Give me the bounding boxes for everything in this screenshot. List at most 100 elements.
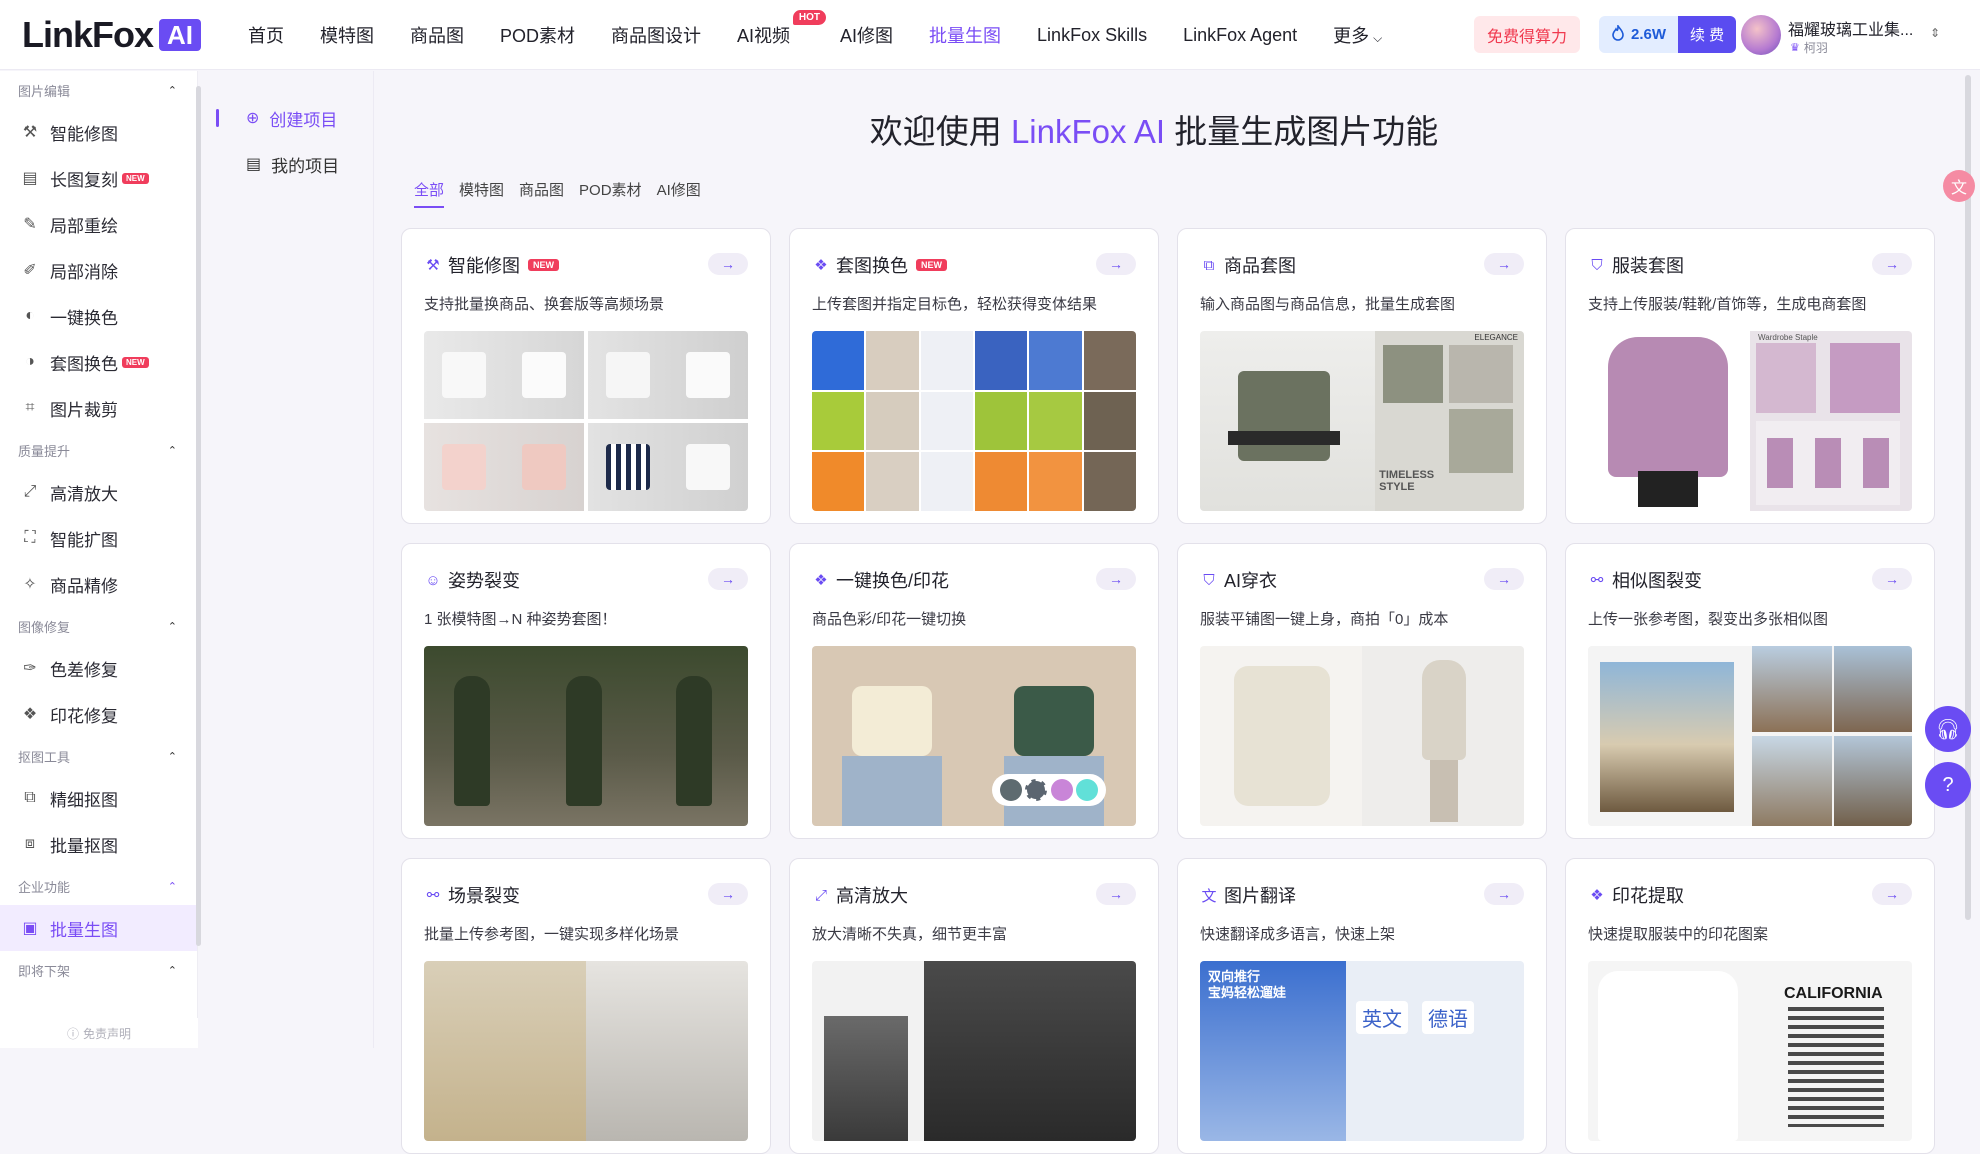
project-subnav: ⊕ 创建项目 ▤ 我的项目 (212, 71, 374, 1048)
disclaimer-link[interactable]: ⓘ 免责声明 (0, 1018, 198, 1048)
arrow-right-icon[interactable]: → (1872, 883, 1912, 905)
sidebar-item-smart-retouch[interactable]: ⚒ 智能修图 (0, 109, 197, 155)
group-title: 图片编辑 (18, 83, 71, 99)
sidebar-group-image-edit[interactable]: 图片编辑 ⌃ (0, 71, 197, 109)
card-set-recolor[interactable]: ❖ 套图换色 NEW → 上传套图并指定目标色，轻松获得变体结果 (789, 228, 1159, 524)
nav-product-image[interactable]: 商品图 (410, 22, 464, 48)
tab-ai-retouch[interactable]: AI修图 (657, 179, 701, 208)
create-project-item[interactable]: ⊕ 创建项目 (212, 95, 373, 141)
translate-float-icon[interactable]: 文 (1943, 170, 1975, 202)
help-button[interactable]: ? (1925, 762, 1971, 808)
arrow-right-icon[interactable]: → (1096, 253, 1136, 275)
sidebar-item-color-fix[interactable]: ✑ 色差修复 (0, 645, 197, 691)
sidebar-group-repair[interactable]: 图像修复 ⌃ (0, 607, 197, 645)
sidebar-scrollbar[interactable] (196, 86, 201, 946)
coat-model-photo (1362, 646, 1524, 826)
sidebar-group-cutout[interactable]: 抠图工具 ⌃ (0, 737, 197, 775)
credit-widget: 2.6W 续 费 (1599, 16, 1737, 53)
plus-circle-icon: ⊕ (246, 110, 260, 127)
nav-batch-generate[interactable]: 批量生图 (929, 22, 1001, 48)
nav-model-image[interactable]: 模特图 (320, 22, 374, 48)
card-apparel-set[interactable]: ⛉ 服装套图 → 支持上传服装/鞋靴/首饰等，生成电商套图 Wardrobe S… (1565, 228, 1935, 524)
card-title: 印花提取 (1612, 886, 1684, 906)
card-header: ❖ 一键换色/印花 → (812, 568, 1136, 592)
arrow-right-icon[interactable]: → (708, 568, 748, 590)
card-upscale[interactable]: ⤢ 高清放大 → 放大清晰不失真，细节更丰富 (789, 858, 1159, 1154)
mug-preview (588, 423, 748, 511)
user-name[interactable]: 福耀玻璃工业集... (1788, 16, 1913, 40)
sidebar-item-batch-cutout[interactable]: ⧈ 批量抠图 (0, 821, 197, 867)
headset-support-button[interactable]: 🎧︎ (1925, 706, 1971, 752)
nav-home[interactable]: 首页 (248, 22, 284, 48)
arrow-right-icon[interactable]: → (708, 883, 748, 905)
sidebar-group-enterprise[interactable]: 企业功能 ⌃ (0, 867, 197, 905)
new-badge: NEW (122, 172, 149, 184)
card-preview-image: CALIFORNIA (1588, 961, 1912, 1141)
clothing-icon: ⛉ (1591, 256, 1603, 274)
sidebar-item-long-image-copy[interactable]: ▤ 长图复刻 NEW (0, 155, 197, 201)
arrow-right-icon[interactable]: → (1484, 253, 1524, 275)
account-switch-icon[interactable]: ⇕ (1930, 26, 1940, 40)
lowres-photo (824, 1016, 908, 1141)
card-scene-variation[interactable]: ⚯ 场景裂变 → 批量上传参考图，一键实现多样化场景 (401, 858, 771, 1154)
card-pose-variation[interactable]: ☺ 姿势裂变 → 1 张模特图→N 种姿势套图！ (401, 543, 771, 839)
card-image-translate[interactable]: 文 图片翻译 → 快速翻译成多语言，快速上架 双向推行 宝妈轻松遛娃 英文 德语 (1177, 858, 1547, 1154)
nav-skills[interactable]: LinkFox Skills (1037, 25, 1147, 46)
card-description: 放大清晰不失真，细节更丰富 (812, 926, 1008, 943)
tab-product[interactable]: 商品图 (519, 179, 564, 208)
elegance-text: ELEGANCE (1474, 333, 1518, 342)
tab-model[interactable]: 模特图 (459, 179, 504, 208)
wardrobe-text: Wardrobe Staple (1758, 333, 1818, 342)
arrow-right-icon[interactable]: → (708, 253, 748, 275)
card-recolor-print[interactable]: ❖ 一键换色/印花 → 商品色彩/印花一键切换 (789, 543, 1159, 839)
welcome-prefix: 欢迎使用 (869, 113, 1011, 150)
mug-preview (424, 331, 584, 419)
card-title: 姿势裂变 (448, 571, 520, 591)
scene-photo (424, 961, 586, 1141)
tab-all[interactable]: 全部 (414, 179, 445, 208)
scene-icon: ⚯ (426, 887, 440, 904)
nav-ai-retouch[interactable]: AI修图 (840, 22, 893, 48)
tab-pod[interactable]: POD素材 (579, 179, 642, 208)
arrow-right-icon[interactable]: → (1872, 253, 1912, 275)
shirt-icon: ⛉ (1203, 571, 1215, 589)
sidebar-item-outpaint[interactable]: ⛶ 智能扩图 (0, 515, 197, 561)
card-similar-variation[interactable]: ⚯ 相似图裂变 → 上传一张参考图，裂变出多张相似图 (1565, 543, 1935, 839)
reference-photo (1600, 662, 1734, 812)
arrow-right-icon[interactable]: → (1484, 883, 1524, 905)
avatar[interactable] (1741, 15, 1781, 55)
card-ai-dressing[interactable]: ⛉ AI穿衣 → 服装平铺图一键上身，商拍「0」成本 (1177, 543, 1547, 839)
arrow-right-icon[interactable]: → (1096, 883, 1136, 905)
sidebar-item-set-recolor[interactable]: ◑ 套图换色 NEW (0, 339, 197, 385)
magic-wand-icon: ⚒ (426, 257, 440, 274)
nav-agent[interactable]: LinkFox Agent (1183, 25, 1297, 46)
credit-balance[interactable]: 2.6W (1599, 16, 1679, 53)
card-smart-retouch[interactable]: ⚒ 智能修图 NEW → 支持批量换商品、换套版等高频场景 (401, 228, 771, 524)
sidebar-item-upscale[interactable]: ⤢ 高清放大 (0, 469, 197, 515)
sidebar-item-print-fix[interactable]: ❖ 印花修复 (0, 691, 197, 737)
renew-button[interactable]: 续 费 (1678, 16, 1737, 53)
card-product-set[interactable]: ⧉ 商品套图 → 输入商品图与商品信息，批量生成套图 ELEGANCE TIME… (1177, 228, 1547, 524)
nav-more[interactable]: 更多 ⌵ (1333, 22, 1382, 48)
sidebar-item-erase[interactable]: ✐ 局部消除 (0, 247, 197, 293)
chevron-up-icon: ⌃ (167, 84, 177, 97)
sidebar-item-inpaint[interactable]: ✎ 局部重绘 (0, 201, 197, 247)
arrow-right-icon[interactable]: → (1872, 568, 1912, 590)
sidebar-group-deprecated[interactable]: 即将下架 ⌃ (0, 951, 197, 989)
sidebar-item-batch-generate[interactable]: ▣ 批量生图 (0, 905, 197, 951)
card-print-extract[interactable]: ❖ 印花提取 → 快速提取服装中的印花图案 CALIFORNIA (1565, 858, 1935, 1154)
sidebar-item-fine-cutout[interactable]: ⧉ 精细抠图 (0, 775, 197, 821)
free-credits-button[interactable]: 免费得算力 (1474, 16, 1580, 53)
sidebar-item-crop[interactable]: ⌗ 图片裁剪 (0, 385, 197, 431)
arrow-right-icon[interactable]: → (1484, 568, 1524, 590)
sidebar-group-quality[interactable]: 质量提升 ⌃ (0, 431, 197, 469)
my-projects-item[interactable]: ▤ 我的项目 (212, 141, 373, 187)
sidebar-item-recolor[interactable]: ◐ 一键换色 (0, 293, 197, 339)
arrow-right-icon[interactable]: → (1096, 568, 1136, 590)
linkfox-logo[interactable]: LinkFox AI (22, 14, 202, 55)
nav-pod[interactable]: POD素材 (500, 22, 575, 48)
nav-product-design[interactable]: 商品图设计 (611, 22, 701, 48)
sidebar-item-product-refine[interactable]: ✧ 商品精修 (0, 561, 197, 607)
nav-ai-video[interactable]: AI视频 HOT (737, 10, 827, 48)
card-header: ⚯ 场景裂变 → (424, 883, 748, 907)
